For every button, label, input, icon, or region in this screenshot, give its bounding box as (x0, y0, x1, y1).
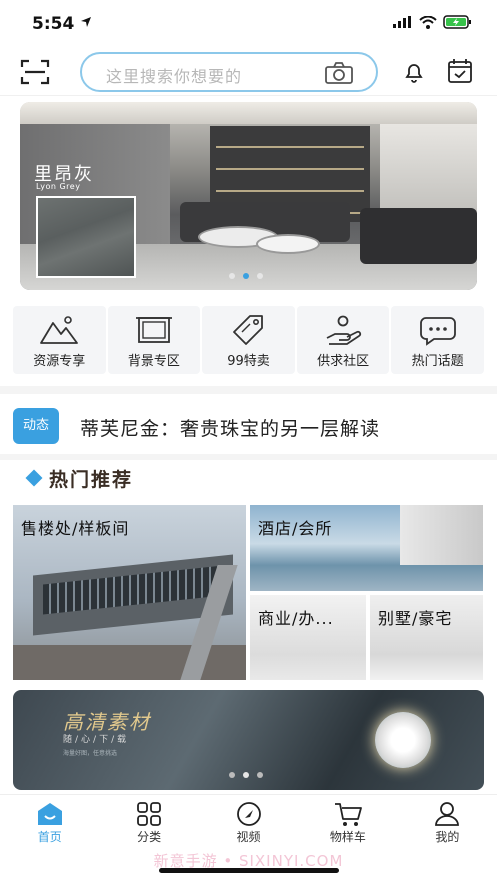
status-time: 5:54 (32, 14, 75, 34)
user-icon (435, 802, 460, 826)
tab-label: 物样车 (329, 830, 366, 844)
chat-bubble-icon (419, 317, 456, 346)
promo-pagination (229, 772, 263, 778)
home-indicator (159, 868, 339, 873)
quick-nav-topics[interactable]: 热门话题 (391, 306, 484, 374)
tab-cart[interactable]: 物样车 (298, 795, 397, 850)
mountain-icon (40, 316, 79, 344)
tab-category[interactable]: 分类 (99, 795, 198, 850)
lamp-image (375, 712, 431, 768)
cart-icon (334, 803, 362, 826)
quick-nav-resource[interactable]: 资源专享 (13, 306, 106, 374)
top-header: 这里搜索你想要的 (0, 48, 497, 96)
banner-subtitle: Lyon Grey (36, 182, 81, 191)
tab-label: 视频 (236, 830, 261, 844)
tab-home[interactable]: 首页 (0, 795, 99, 850)
banner-dot[interactable] (257, 273, 263, 279)
frame-icon (135, 317, 172, 343)
section-divider (0, 454, 497, 460)
camera-icon[interactable] (324, 62, 354, 84)
section-title: 热门推荐 (49, 469, 134, 491)
news-headline[interactable]: 蒂芙尼金：奢贵珠宝的另一层解读 (80, 414, 380, 441)
scan-icon[interactable] (20, 58, 50, 86)
promo-dot[interactable] (229, 772, 235, 778)
promo-title: 高清素材 (63, 710, 151, 734)
play-disc-icon (236, 802, 261, 826)
quick-nav-label: 热门话题 (411, 354, 464, 369)
recommend-card-commercial[interactable]: 商业/办... (250, 595, 366, 680)
battery-icon (443, 15, 471, 29)
quick-nav-label: 背景专区 (127, 354, 180, 369)
section-divider (0, 386, 497, 394)
diamond-icon (25, 469, 43, 487)
bell-icon[interactable] (402, 60, 426, 84)
card-wall (400, 505, 483, 565)
quick-nav-sale[interactable]: 99特卖 (202, 306, 295, 374)
home-icon (37, 803, 62, 825)
quick-nav-community[interactable]: 供求社区 (296, 306, 390, 374)
recommend-card-label: 售楼处/样板间 (21, 519, 130, 538)
banner-dot-active[interactable] (243, 273, 249, 279)
recommend-card-hotel[interactable]: 酒店/会所 (250, 505, 483, 591)
tab-label: 首页 (37, 830, 62, 844)
banner-ceiling (20, 102, 477, 124)
banner-pagination (229, 273, 263, 279)
wifi-icon (419, 15, 437, 29)
search-placeholder: 这里搜索你想要的 (106, 67, 243, 86)
status-bar: 5:54 (0, 0, 497, 48)
hero-banner[interactable]: 里昂灰 Lyon Grey (20, 102, 477, 290)
card-ground (13, 645, 246, 680)
signal-icon (393, 16, 411, 28)
recommend-card-villa[interactable]: 别墅/豪宅 (370, 595, 483, 680)
recommend-card-label: 酒店/会所 (258, 519, 333, 538)
calendar-check-icon[interactable] (447, 58, 473, 84)
promo-banner[interactable]: 高清素材 随/心/下/载 海量好图，任意挑选 (13, 690, 484, 790)
recommend-card-sales-office[interactable]: 售楼处/样板间 (13, 505, 246, 680)
quick-nav-background[interactable]: 背景专区 (107, 306, 201, 374)
tab-video[interactable]: 视频 (199, 795, 298, 850)
tab-label: 我的 (435, 830, 460, 844)
news-tag: 动态 (13, 408, 59, 444)
promo-subtitle: 随/心/下/载 (63, 735, 130, 745)
banner-dot[interactable] (229, 273, 235, 279)
promo-dot[interactable] (257, 772, 263, 778)
banner-side-table (256, 234, 320, 254)
search-bar[interactable]: 这里搜索你想要的 (80, 52, 378, 92)
recommend-card-label: 别墅/豪宅 (378, 609, 453, 628)
tab-label: 分类 (137, 830, 162, 844)
bottom-tab-bar: 首页 分类 视频 物样车 我的 (0, 794, 497, 850)
recommend-card-label: 商业/办... (258, 609, 334, 628)
promo-small-text: 海量好图，任意挑选 (63, 750, 118, 757)
tab-profile[interactable]: 我的 (398, 795, 497, 850)
quick-nav-label: 99特卖 (227, 354, 270, 369)
hand-people-icon (326, 315, 362, 345)
material-swatch (36, 196, 136, 278)
quick-nav-label: 资源专享 (33, 354, 86, 369)
tag-icon (233, 315, 264, 345)
quick-nav: 资源专享 背景专区 99特卖 供求社区 热门话题 (13, 306, 484, 374)
banner-sofa-right (360, 208, 477, 264)
quick-nav-label: 供求社区 (317, 354, 370, 369)
grid-icon (137, 802, 162, 826)
promo-dot[interactable] (243, 772, 249, 778)
location-arrow-icon (81, 17, 91, 27)
